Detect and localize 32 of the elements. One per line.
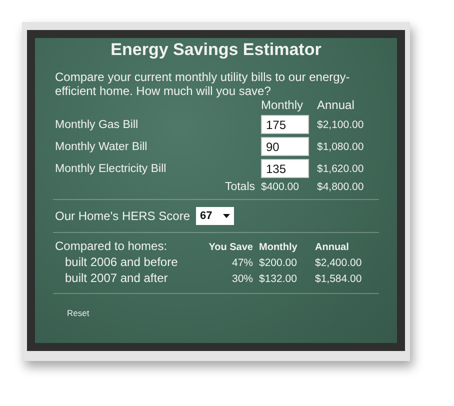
bill-input[interactable]: 175 [261, 115, 309, 134]
hers-label: Our Home's HERS Score [55, 209, 190, 223]
reset-button[interactable]: Reset [65, 306, 92, 320]
monthly-total: $400.00 [261, 181, 300, 193]
annual-savings: $1,584.00 [315, 273, 363, 285]
caret-icon [223, 214, 230, 218]
column-header: Annual [317, 98, 356, 112]
annual-amount: $1,620.00 [317, 162, 365, 174]
column-header: Monthly [259, 242, 298, 253]
annual-total: $4,800.00 [317, 181, 365, 193]
bill-input[interactable]: 135 [261, 159, 309, 178]
column-header: Monthly [261, 98, 304, 112]
savings-percent: 47% [230, 257, 253, 269]
column-header: You Save [208, 242, 253, 253]
annual-savings: $2,400.00 [315, 257, 363, 269]
bill-label: Monthly Water Bill [55, 140, 148, 152]
savings-percent: 30% [230, 273, 253, 285]
annual-amount: $2,100.00 [317, 118, 365, 130]
intro-text: Compare your current monthly utility bills to our energy-efficient home. How much will you save? [55, 70, 351, 98]
estimator-title: Energy Savings Estimator [110, 40, 322, 60]
compare-label: Compared to homes: [55, 239, 168, 253]
bill-input[interactable]: 90 [261, 137, 309, 156]
bill-label: Monthly Gas Bill [55, 118, 140, 130]
column-header: Annual [315, 242, 350, 253]
monthly-savings: $200.00 [259, 257, 298, 269]
totals-label: Totals [224, 181, 255, 193]
home-category: built 2006 and before [64, 255, 179, 269]
home-category: built 2007 and after [64, 271, 169, 285]
bill-label: Monthly Electricity Bill [55, 162, 168, 174]
annual-amount: $1,080.00 [317, 140, 365, 152]
hers-select[interactable]: 67 [196, 207, 234, 225]
monthly-savings: $132.00 [259, 273, 298, 285]
